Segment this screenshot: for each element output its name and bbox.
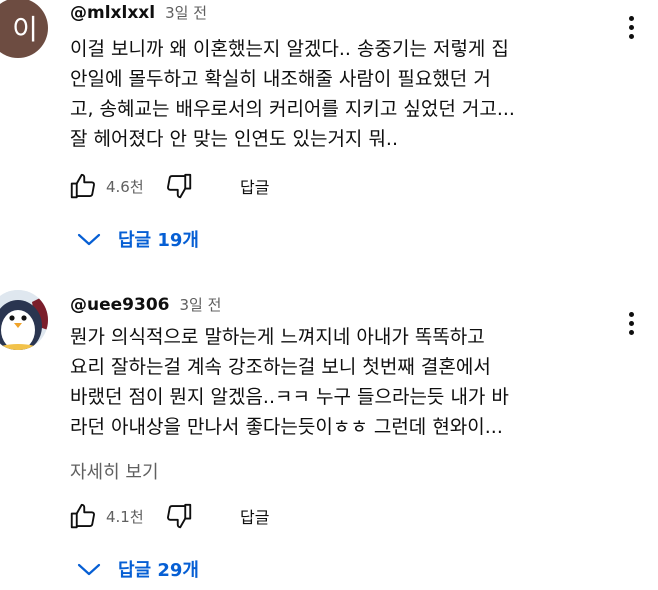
more-vert-icon[interactable] — [621, 306, 641, 340]
view-replies-button[interactable]: 답글 29개 — [76, 556, 199, 582]
comment-header: @uee9306 3일 전 — [70, 294, 221, 315]
more-vert-icon[interactable] — [621, 10, 641, 44]
avatar[interactable] — [0, 290, 48, 350]
read-more-link[interactable]: 자세히 보기 — [70, 458, 159, 484]
comment-thread: @uee9306 3일 전 뭔가 의식적으로 말하는게 느껴지네 아내가 똑똑하… — [0, 278, 658, 590]
chevron-down-icon — [76, 229, 106, 249]
avatar-letter: 이 — [12, 13, 38, 46]
replies-count-label: 답글 19개 — [118, 230, 199, 251]
avatar[interactable]: 이 — [0, 0, 48, 58]
comment-actions: 4.1천 답글 — [66, 498, 269, 534]
reply-button[interactable]: 답글 — [240, 174, 269, 198]
comment-header: @mlxlxxl 3일 전 — [70, 2, 207, 23]
replies-count-label: 답글 29개 — [118, 560, 199, 581]
view-replies-button[interactable]: 답글 19개 — [76, 226, 199, 252]
thumb-up-icon[interactable] — [66, 169, 100, 203]
like-count: 4.1천 — [106, 507, 144, 526]
comment-time[interactable]: 3일 전 — [179, 294, 221, 315]
chevron-down-icon — [76, 559, 106, 579]
comment-text: 뭔가 의식적으로 말하는게 느껴지네 아내가 똑똑하고 요리 잘하는걸 계속 강… — [70, 326, 509, 438]
like-count: 4.6천 — [106, 177, 144, 196]
comment-time[interactable]: 3일 전 — [165, 2, 207, 23]
comment-text: 이걸 보니까 왜 이혼했는지 알겠다.. 송중기는 저렇게 집 안일에 몰두하고… — [70, 38, 515, 150]
comment-actions: 4.6천 답글 — [66, 168, 269, 204]
comment-thread: 이 @mlxlxxl 3일 전 이걸 보니까 왜 이혼했는지 알겠다.. 송중기… — [0, 0, 658, 270]
thumb-down-icon[interactable] — [162, 499, 196, 533]
comment-author[interactable]: @uee9306 — [70, 295, 169, 315]
thumb-down-icon[interactable] — [162, 169, 196, 203]
penguin-avatar-icon — [0, 290, 48, 350]
thumb-up-icon[interactable] — [66, 499, 100, 533]
comment-author[interactable]: @mlxlxxl — [70, 3, 155, 23]
reply-button[interactable]: 답글 — [240, 504, 269, 528]
